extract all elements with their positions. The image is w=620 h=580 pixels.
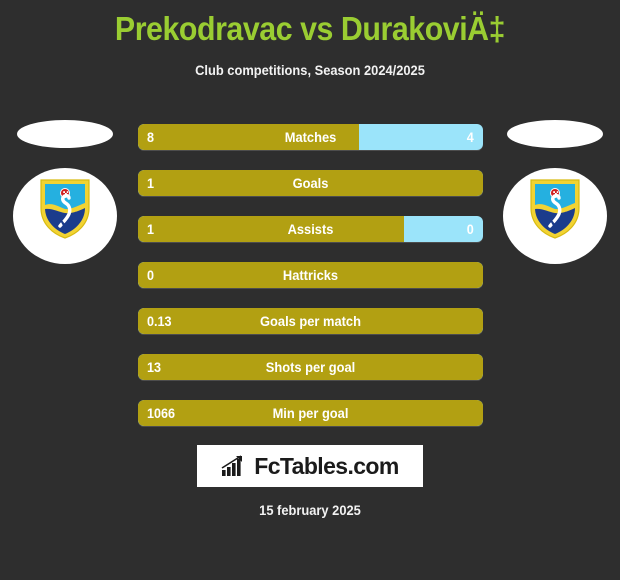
- page-subtitle: Club competitions, Season 2024/2025: [195, 62, 425, 78]
- stat-label: Hattricks: [282, 267, 339, 283]
- stat-row: 0.13 Goals per match: [138, 308, 483, 334]
- bar-chart-growth-icon: [221, 455, 243, 476]
- stat-row: 8 Matches 4: [138, 124, 483, 150]
- stat-row: 1 Assists 0: [138, 216, 483, 242]
- stat-right-value: 0: [466, 221, 474, 237]
- stat-row: 13 Shots per goal: [138, 354, 483, 380]
- stat-label: Goals per match: [260, 313, 361, 329]
- hnk-sibenik-crest-icon: [40, 179, 90, 239]
- stat-row: 1 Goals: [138, 170, 483, 196]
- stat-left-value: 1: [147, 175, 155, 191]
- stat-label: Matches: [284, 129, 337, 145]
- page-title: Prekodravac vs DurakoviÄ‡: [114, 10, 506, 47]
- stat-left-value: 1066: [147, 405, 176, 421]
- stats-list: 8 Matches 4 1 Goals 1 Assists 0 0 Hattricks 0.13 Go…: [138, 124, 483, 446]
- stat-row: 1066 Min per goal: [138, 400, 483, 426]
- fctables-logo[interactable]: FcTables.com: [197, 445, 423, 487]
- stat-left-value: 8: [147, 129, 155, 145]
- stat-left-value: 0: [147, 267, 155, 283]
- hnk-sibenik-crest-icon: [530, 179, 580, 239]
- stat-left-value: 0.13: [147, 313, 172, 329]
- stat-left-value: 1: [147, 221, 155, 237]
- right-player-flag: [507, 120, 603, 148]
- stat-row: 0 Hattricks: [138, 262, 483, 288]
- left-player-flag: [17, 120, 113, 148]
- left-player-column: [0, 110, 135, 290]
- stat-label: Assists: [287, 221, 334, 237]
- stat-comparison-card: Prekodravac vs DurakoviÄ‡ Club competiti…: [0, 0, 620, 580]
- right-player-column: [485, 110, 620, 290]
- stat-label: Goals: [292, 175, 329, 191]
- stat-label: Min per goal: [272, 405, 349, 421]
- fctables-logo-text: FcTables.com: [254, 452, 399, 479]
- stat-left-value: 13: [147, 359, 162, 375]
- report-date: 15 february 2025: [259, 502, 361, 518]
- stat-label: Shots per goal: [265, 359, 356, 375]
- stat-right-value: 4: [466, 129, 474, 145]
